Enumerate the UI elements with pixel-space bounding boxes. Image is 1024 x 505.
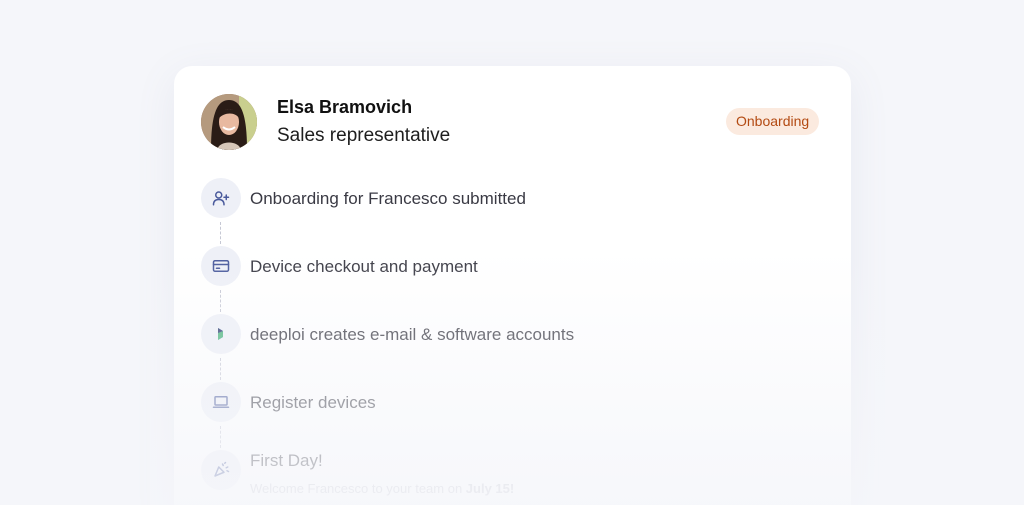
timeline-connector	[220, 358, 221, 380]
user-plus-icon	[201, 178, 241, 218]
timeline-connector	[220, 426, 221, 448]
step-label-checkout: Device checkout and payment	[250, 257, 478, 276]
credit-card-icon	[201, 246, 241, 286]
laptop-icon	[201, 382, 241, 422]
profile-role: Sales representative	[277, 125, 451, 146]
deeploi-logo-icon	[201, 314, 241, 354]
party-popper-icon	[201, 450, 241, 490]
timeline-connector	[220, 290, 221, 312]
step-label-submitted: Onboarding for Francesco submitted	[250, 189, 526, 208]
profile-name: Elsa Bramovich	[277, 97, 413, 117]
step-label-accounts: deeploi creates e-mail & software accoun…	[250, 325, 575, 344]
avatar	[201, 94, 257, 150]
step-label-register: Register devices	[250, 393, 376, 412]
status-badge: Onboarding	[726, 108, 820, 135]
first-day-note: Welcome Francesco to your team on July 1…	[250, 481, 515, 496]
step-label-first-day: First Day!	[250, 451, 323, 470]
timeline-connector	[220, 222, 221, 244]
